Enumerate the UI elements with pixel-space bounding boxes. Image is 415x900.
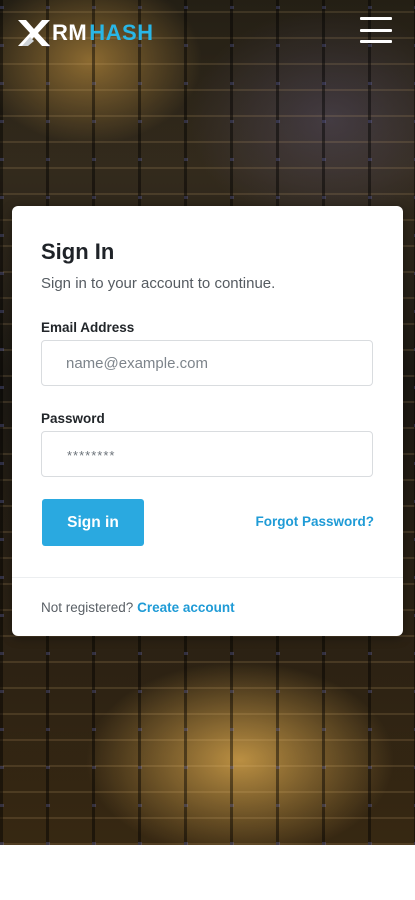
menu-bar xyxy=(360,17,392,20)
create-account-link[interactable]: Create account xyxy=(137,600,235,615)
logo-text-rm: RM xyxy=(52,20,88,45)
signin-button[interactable]: Sign in xyxy=(42,499,144,546)
logo-x-mark-icon xyxy=(18,20,50,46)
forgot-password-link[interactable]: Forgot Password? xyxy=(255,514,374,529)
signin-title: Sign In xyxy=(41,239,115,264)
top-header: RM HASH xyxy=(0,0,415,64)
password-masked-value: ******** xyxy=(67,448,116,463)
xrmhash-logo[interactable]: RM HASH xyxy=(18,19,154,47)
menu-bar xyxy=(360,28,392,32)
signin-card: Sign In Sign in to your account to conti… xyxy=(12,206,403,636)
menu-bar xyxy=(360,40,392,43)
signup-prompt: Not registered? Create account xyxy=(41,600,235,615)
email-label: Email Address xyxy=(41,320,135,335)
email-field[interactable] xyxy=(41,340,373,386)
hamburger-menu-icon[interactable] xyxy=(360,17,392,43)
password-label: Password xyxy=(41,411,105,426)
logo-text-hash: HASH xyxy=(89,20,154,45)
card-divider xyxy=(12,577,403,578)
not-registered-text: Not registered? xyxy=(41,600,134,615)
signin-subtitle: Sign in to your account to continue. xyxy=(41,275,276,292)
